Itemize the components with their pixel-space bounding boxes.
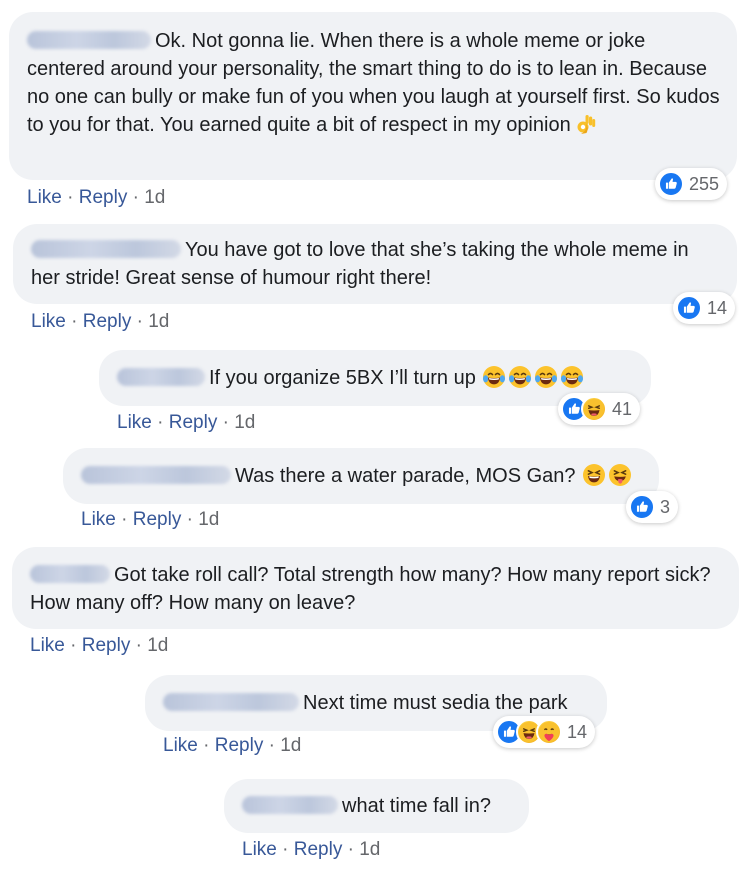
reaction-summary[interactable]: 14: [673, 292, 736, 324]
comment-timestamp[interactable]: 1d: [144, 187, 165, 208]
reply-link[interactable]: Reply: [169, 412, 218, 433]
commenter-name[interactable]: [27, 31, 151, 49]
comment-timestamp[interactable]: 1d: [359, 839, 380, 860]
comment-bubble: Was there a water parade, MOS Gan?: [63, 448, 659, 504]
reply-link[interactable]: Reply: [82, 635, 131, 656]
reply-link[interactable]: Reply: [215, 735, 264, 756]
comment-actions: Like · Reply · 1d: [31, 311, 170, 332]
comment-text: Was there a water parade, MOS Gan?: [235, 465, 576, 487]
ok-hand-icon: [573, 112, 597, 136]
comment-timestamp[interactable]: 1d: [148, 311, 169, 332]
like-link[interactable]: Like: [31, 311, 66, 332]
reaction-summary[interactable]: 14: [493, 716, 596, 748]
care-icon: [536, 719, 562, 745]
comment-actions: Like · Reply · 1d: [81, 509, 220, 530]
tears-of-joy-icon: [560, 365, 584, 389]
reaction-count: 255: [689, 173, 720, 194]
commenter-name[interactable]: [30, 565, 110, 583]
reaction-count: 14: [707, 297, 728, 318]
like-link[interactable]: Like: [117, 412, 152, 433]
like-link[interactable]: Like: [81, 509, 116, 530]
reaction-count: 41: [612, 398, 633, 419]
reply-link[interactable]: Reply: [83, 311, 132, 332]
reaction-summary[interactable]: 41: [558, 393, 641, 425]
reply-link[interactable]: Reply: [79, 187, 128, 208]
commenter-name[interactable]: [81, 466, 231, 484]
reply-link[interactable]: Reply: [294, 839, 343, 860]
comment-bubble: what time fall in?: [224, 779, 529, 833]
comment-text: If you organize 5BX I’ll turn up: [209, 367, 476, 389]
comment-actions: Like · Reply · 1d: [163, 735, 302, 756]
reply-link[interactable]: Reply: [133, 509, 182, 530]
like-icon: [658, 171, 684, 197]
like-link[interactable]: Like: [163, 735, 198, 756]
comment-timestamp[interactable]: 1d: [234, 412, 255, 433]
comment-actions: Like · Reply · 1d: [117, 412, 256, 433]
comment-text: Got take roll call? Total strength how m…: [30, 564, 711, 614]
like-icon: [629, 494, 655, 520]
like-link[interactable]: Like: [30, 635, 65, 656]
comment-timestamp[interactable]: 1d: [147, 635, 168, 656]
squinting-tongue-icon: [607, 463, 632, 487]
comment-timestamp[interactable]: 1d: [280, 735, 301, 756]
tears-of-joy-icon: [482, 365, 506, 389]
comment-bubble: Got take roll call? Total strength how m…: [12, 547, 739, 629]
reaction-summary[interactable]: 3: [626, 491, 679, 523]
tears-of-joy-icon: [534, 365, 558, 389]
comment-bubble: You have got to love that she’s taking t…: [13, 224, 737, 304]
comment-actions: Like · Reply · 1d: [30, 635, 169, 656]
tears-of-joy-icon: [508, 365, 532, 389]
haha-icon: [581, 396, 607, 422]
like-link[interactable]: Like: [242, 839, 277, 860]
comment-bubble: Ok. Not gonna lie. When there is a whole…: [9, 12, 737, 180]
comment-timestamp[interactable]: 1d: [198, 509, 219, 530]
commenter-name[interactable]: [31, 240, 181, 258]
grinning-squint-icon: [581, 463, 606, 487]
reaction-summary[interactable]: 255: [655, 168, 728, 200]
comment-text: Next time must sedia the park: [303, 692, 568, 714]
commenter-name[interactable]: [163, 693, 299, 711]
comment-text: what time fall in?: [342, 795, 491, 817]
reaction-count: 3: [660, 496, 671, 517]
comment-actions: Like · Reply · 1d: [27, 187, 166, 208]
like-link[interactable]: Like: [27, 187, 62, 208]
like-icon: [676, 295, 702, 321]
commenter-name[interactable]: [242, 796, 338, 814]
commenter-name[interactable]: [117, 368, 205, 386]
reaction-count: 14: [567, 721, 588, 742]
comment-actions: Like · Reply · 1d: [242, 839, 381, 860]
